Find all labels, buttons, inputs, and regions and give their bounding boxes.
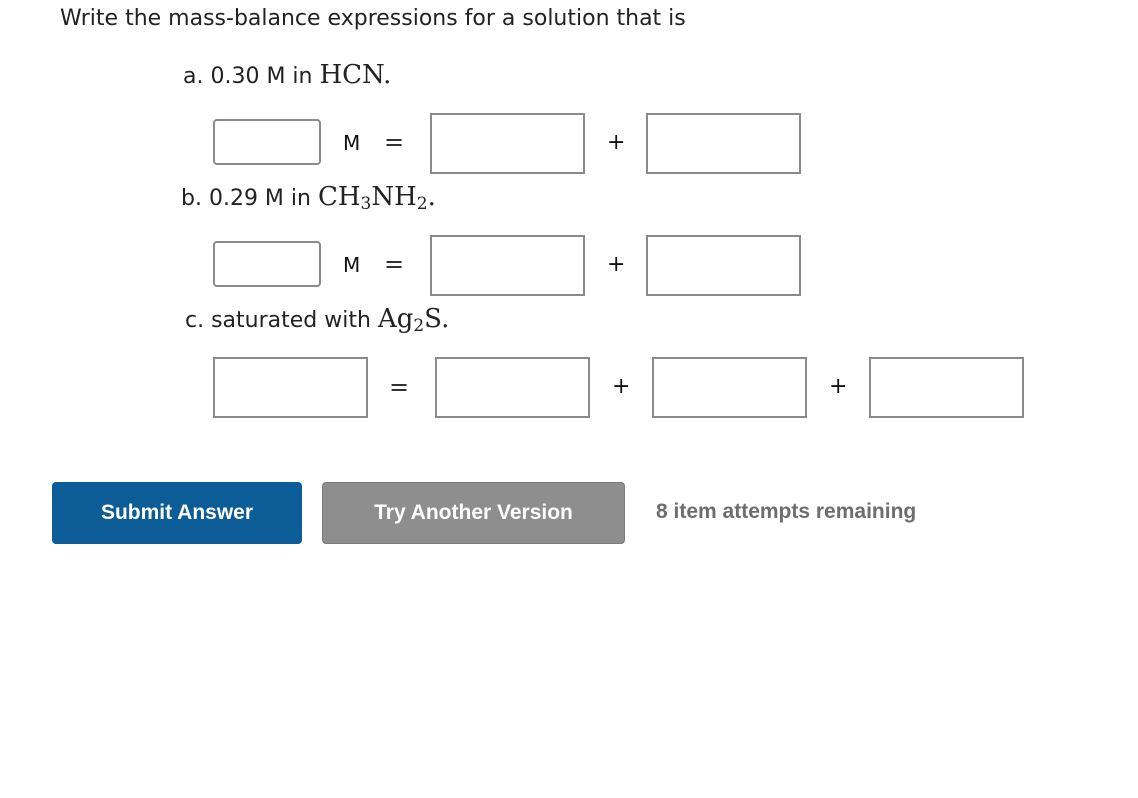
species-hcn: HCN [319,60,384,90]
part-b-unit: M [343,253,361,277]
species-ch: CH [317,182,361,212]
part-c-text: c. saturated with [185,308,378,333]
part-a-plus: + [607,130,626,155]
part-c-equals: = [389,373,410,401]
part-b-plus: + [607,252,626,277]
subscript: 2 [416,194,428,214]
question-prompt: Write the mass-balance expressions for a… [60,6,686,31]
subscript: 3 [360,194,372,214]
try-another-version-button[interactable]: Try Another Version [322,482,625,544]
part-a-concentration-input[interactable] [213,119,321,165]
submit-answer-button[interactable]: Submit Answer [52,482,302,544]
species-s: S [424,304,442,334]
part-b-concentration-input[interactable] [213,241,321,287]
part-c-drop-target-1[interactable] [435,357,590,418]
part-a-drop-target-2[interactable] [646,113,801,174]
attempts-remaining: 8 item attempts remaining [656,500,917,523]
part-c-drop-target-lhs[interactable] [213,357,368,418]
part-c-drop-target-3[interactable] [869,357,1024,418]
part-c-drop-target-2[interactable] [652,357,807,418]
part-b-label: b. 0.29 M in CH3NH2. [181,182,436,214]
part-a-drop-target-1[interactable] [430,113,585,174]
part-c-plus-1: + [612,374,631,399]
part-c-species: Ag2S. [377,304,450,336]
part-b-species: CH3NH2. [317,182,436,214]
part-b-drop-target-2[interactable] [646,235,801,296]
period: . [427,182,436,212]
part-a-equals: = [384,128,405,156]
species-nh: NH [371,182,417,212]
part-a-text: a. 0.30 M in [183,64,320,89]
species-ag: Ag [377,304,414,334]
part-b-equals: = [384,250,405,278]
part-b-text: b. 0.29 M in [181,186,318,211]
part-a-unit: M [343,131,361,155]
subscript: 2 [413,316,425,336]
part-c-plus-2: + [829,374,848,399]
part-b-drop-target-1[interactable] [430,235,585,296]
period: . [383,60,392,90]
part-c-label: c. saturated with Ag2S. [185,304,449,336]
part-a-species: HCN. [319,60,391,90]
part-a-label: a. 0.30 M in HCN. [183,60,391,90]
period: . [441,304,450,334]
